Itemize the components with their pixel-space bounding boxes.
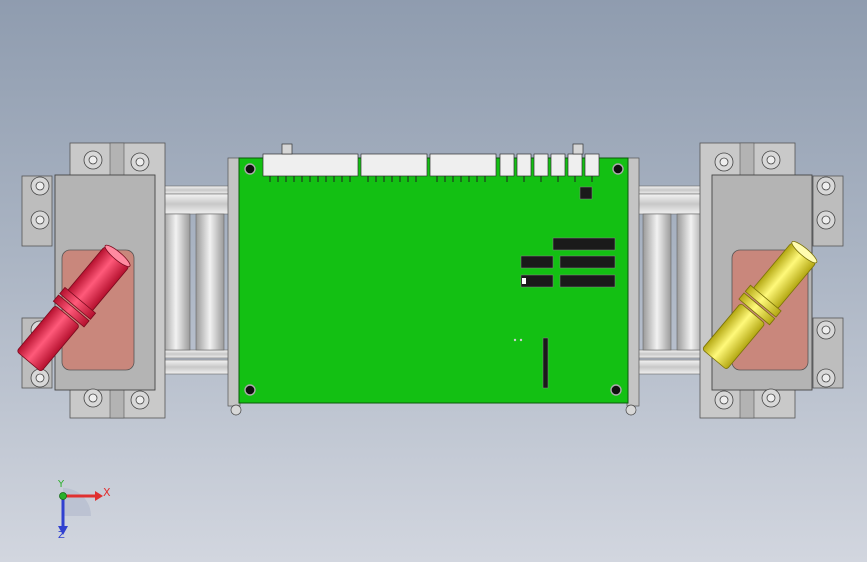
- z-axis-label: Z: [58, 530, 65, 541]
- cad-viewport[interactable]: X Y Z: [0, 0, 867, 562]
- assembly-model[interactable]: [0, 0, 867, 562]
- y-axis-label: Y: [58, 479, 65, 490]
- x-axis-label: X: [103, 486, 111, 499]
